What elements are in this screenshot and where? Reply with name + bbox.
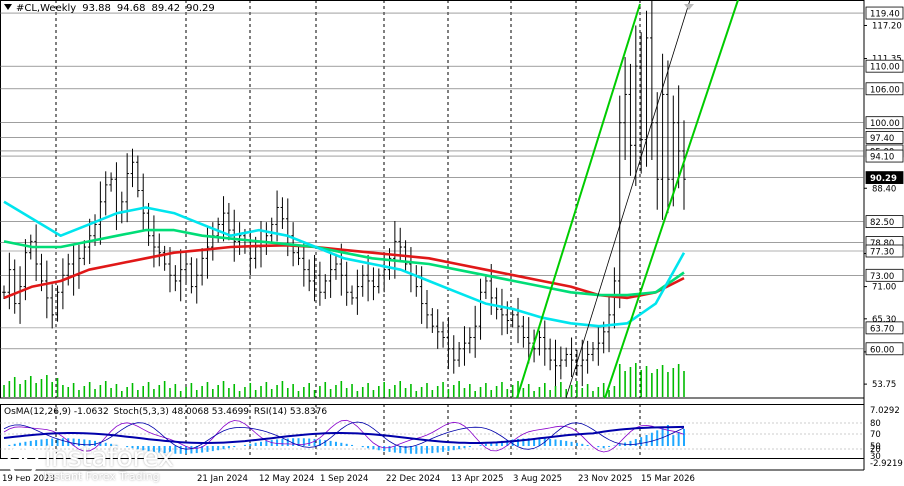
price-panel-frame [0, 0, 865, 399]
osc-tick-label: 20 [870, 445, 881, 455]
moving-average-green [3, 228, 685, 297]
price-level-label: 63.70 [870, 324, 894, 334]
price-level-label: 90.29 [870, 174, 897, 184]
x-tick-label: 13 Apr 2025 [451, 474, 504, 484]
price-level-label: 82.50 [870, 218, 894, 228]
x-tick-label: 23 Nov 2025 [578, 474, 632, 484]
price-level-label: 77.30 [870, 248, 894, 258]
menu-triangle-icon[interactable] [4, 4, 12, 10]
symbol-label: #CL,Weekly [16, 3, 77, 14]
x-tick-label: 15 Mar 2026 [641, 474, 695, 484]
price-level-label: 73.00 [870, 272, 894, 282]
price-level-label: 100.00 [870, 119, 900, 129]
chart-window: 117.20111.3588.4076.8571.0065.3059.4553.… [0, 0, 904, 486]
oscillator-header: OsMA(12,26,9) -1.0632 Stoch(5,3,3) 48.00… [4, 407, 329, 417]
high-value: 94.68 [116, 3, 146, 14]
y-tick-label: 117.20 [872, 21, 902, 31]
osc-tick-label: 80 [870, 419, 881, 429]
y-tick-label: 53.75 [872, 380, 896, 390]
x-tick-label: 22 Dec 2024 [386, 474, 440, 484]
osma-label: OsMA(12,26,9) -1.0632 [4, 407, 109, 417]
x-tick-label: 1 Sep 2024 [320, 474, 368, 484]
moving-average-cyan [3, 200, 686, 328]
x-tick-label: 12 May 2024 [259, 474, 314, 484]
osc-tick-label: 7.0292 [870, 406, 900, 416]
osc-tick-label: -2.9219 [870, 459, 903, 469]
watermark-tagline: Instant Forex Trading [44, 470, 160, 483]
price-level-label: 110.00 [870, 63, 900, 73]
y-tick-label: 88.40 [872, 184, 896, 194]
x-tick-label: 21 Jan 2024 [197, 474, 248, 484]
y-tick-label: 71.00 [872, 283, 896, 293]
price-level-label: 97.40 [870, 134, 894, 144]
osc-tick-label: 70 [870, 430, 881, 440]
price-level-label: 94.10 [870, 153, 894, 163]
trend-line-marker [684, 4, 694, 10]
price-level-label: 119.40 [870, 10, 900, 20]
watermark-brand: instaforex [44, 442, 174, 473]
low-value: 89.42 [151, 3, 181, 14]
chart-header: #CL,Weekly 93.88 94.68 89.42 90.29 [4, 3, 221, 14]
rsi-label: RSI(14) 53.8376 [253, 407, 328, 417]
instaforex-logo-icon [7, 445, 39, 477]
price-level-label: 60.00 [870, 345, 894, 355]
close-value: 90.29 [186, 3, 215, 14]
watermark: instaforex Instant Forex Trading [6, 442, 174, 483]
price-level-label: 106.00 [870, 85, 900, 95]
stoch-label: Stoch(5,3,3) 48.0068 53.4699 [113, 407, 250, 417]
rsi-line [3, 425, 685, 444]
open-value: 93.88 [82, 3, 111, 14]
channel-line-upper [516, 3, 641, 399]
x-tick-label: 3 Aug 2025 [513, 474, 562, 484]
